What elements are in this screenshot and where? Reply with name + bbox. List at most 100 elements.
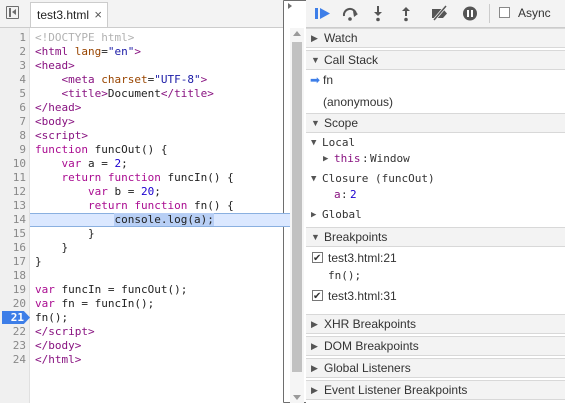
scope-var-a[interactable]: a : 2 <box>306 185 565 205</box>
call-frame-anonymous[interactable]: (anonymous) <box>306 92 565 112</box>
code-line[interactable]: 4 <meta charset="UTF-8"> <box>0 73 290 87</box>
editor-tab-bar: test3.html × <box>0 0 542 403</box>
code-line[interactable]: 3 <head> <box>0 59 290 73</box>
line-number[interactable]: 22 <box>0 325 26 339</box>
line-number[interactable]: 8 <box>0 129 26 143</box>
line-number[interactable]: 11 <box>0 171 26 185</box>
line-number[interactable]: 15 <box>0 227 26 241</box>
call-frame-fn[interactable]: ➡ fn <box>306 70 565 90</box>
line-number[interactable]: 23 <box>0 339 26 353</box>
breakpoints-pane-header[interactable]: ▼ Breakpoints <box>306 227 565 247</box>
code-line[interactable]: 19 var funcIn = funcOut(); <box>0 283 290 297</box>
breakpoint-code-row: fn(); <box>306 266 565 286</box>
line-code: return function funcIn() { <box>61 171 234 184</box>
breakpoint-location: test3.html:21 <box>328 251 397 265</box>
step-out-icon[interactable] <box>397 5 415 22</box>
call-frame-label: fn <box>323 73 334 87</box>
breakpoint-item[interactable]: test3.html:21 <box>306 248 565 269</box>
line-number[interactable]: 6 <box>0 101 26 115</box>
step-over-icon[interactable] <box>341 5 359 22</box>
toggle-navigator-icon[interactable] <box>6 6 19 19</box>
line-number[interactable]: 13 <box>0 199 26 213</box>
file-tab[interactable]: test3.html × <box>30 2 108 27</box>
breakpoint-marker[interactable]: 21 <box>2 311 30 324</box>
line-number[interactable]: 24 <box>0 353 26 367</box>
code-line[interactable]: 9 function funcOut() { <box>0 143 290 157</box>
sources-editor-panel: test3.html × 1 <!DOCTYPE html> 2 <html lang… <box>0 0 542 403</box>
breakpoint-checkbox[interactable] <box>312 249 323 269</box>
code-line[interactable]: 8 <script> <box>0 129 290 143</box>
line-number[interactable]: 19 <box>0 283 26 297</box>
close-icon[interactable]: × <box>94 3 102 27</box>
expand-arrow-icon: ▶ <box>311 210 317 220</box>
global-listeners-pane-header[interactable]: ▶ Global Listeners <box>306 358 565 378</box>
code-line[interactable]: 2 <html lang="en"> <box>0 45 290 59</box>
watch-pane-header[interactable]: ▶ Watch <box>306 28 565 48</box>
line-code: <title>Document</title> <box>61 87 214 100</box>
code-line[interactable]: 6 </head> <box>0 101 290 115</box>
line-number[interactable]: 10 <box>0 157 26 171</box>
scroll-down-icon[interactable] <box>293 395 301 400</box>
resume-icon[interactable] <box>314 5 332 22</box>
event-listener-breakpoints-pane-header[interactable]: ▶ Event Listener Breakpoints <box>306 380 565 400</box>
code-line[interactable]: 23 </body> <box>0 339 290 353</box>
line-number[interactable]: 12 <box>0 185 26 199</box>
line-code: </body> <box>35 339 82 352</box>
line-code: var b = 20; <box>87 185 161 198</box>
line-number[interactable]: 1 <box>0 31 26 45</box>
async-label: Async <box>518 6 551 20</box>
line-number[interactable]: 4 <box>0 73 26 87</box>
editor-scrollbar[interactable] <box>290 28 304 403</box>
breakpoint-location: test3.html:31 <box>328 289 397 303</box>
code-line[interactable]: 13 return function fn() { <box>0 199 290 213</box>
breakpoint-code: fn(); <box>328 269 362 282</box>
code-line[interactable]: 10 var a = 2; <box>0 157 290 171</box>
breakpoint-checkbox[interactable] <box>312 287 323 307</box>
scope-pane-header[interactable]: ▼ Scope <box>306 113 565 133</box>
collapse-arrow-icon: ▼ <box>311 55 320 65</box>
line-number[interactable]: 3 <box>0 59 26 73</box>
code-editor[interactable]: 1 <!DOCTYPE html> 2 <html lang="en"> 3 <head>… <box>0 28 290 403</box>
expand-arrow-icon: ▶ <box>323 154 329 164</box>
code-line[interactable]: 11 return function funcIn() { <box>0 171 290 185</box>
code-line[interactable]: 24 </html> <box>0 353 290 367</box>
scrollbar-thumb[interactable] <box>292 42 302 372</box>
async-checkbox[interactable] <box>499 7 510 18</box>
pause-on-exceptions-icon[interactable] <box>461 5 479 22</box>
code-line[interactable]: 15 } <box>0 227 290 241</box>
line-number[interactable]: 16 <box>0 241 26 255</box>
code-line[interactable]: 21 fn(); <box>0 311 290 325</box>
line-number[interactable]: 20 <box>0 297 26 311</box>
line-number[interactable]: 14 <box>0 213 26 227</box>
line-number[interactable]: 9 <box>0 143 26 157</box>
breakpoint-item[interactable]: test3.html:31 <box>306 286 565 307</box>
code-line[interactable]: 12 var b = 20; <box>0 185 290 199</box>
deactivate-breakpoints-icon[interactable] <box>431 5 449 22</box>
scope-this[interactable]: ▶ this : Window <box>306 149 565 169</box>
code-line[interactable]: 22 </script> <box>0 325 290 339</box>
scope-title: Scope <box>324 116 359 130</box>
code-line[interactable]: 20 var fn = funcIn(); <box>0 297 290 311</box>
line-code: console.log(a); <box>30 213 290 227</box>
code-line[interactable]: 16 } <box>0 241 290 255</box>
line-code: function funcOut() { <box>35 143 168 156</box>
code-line[interactable]: 18 <box>0 269 290 283</box>
code-line[interactable]: 1 <!DOCTYPE html> <box>0 31 290 45</box>
scroll-up-icon[interactable] <box>293 31 301 36</box>
line-number[interactable]: 17 <box>0 255 26 269</box>
dom-breakpoints-pane-header[interactable]: ▶ DOM Breakpoints <box>306 336 565 356</box>
code-line[interactable]: 17} <box>0 255 290 269</box>
line-number[interactable]: 18 <box>0 269 26 283</box>
line-number[interactable]: 5 <box>0 87 26 101</box>
xhr-breakpoints-pane-header[interactable]: ▶ XHR Breakpoints <box>306 314 565 334</box>
line-code: <head> <box>35 59 75 72</box>
code-line[interactable]: 5 <title>Document</title> <box>0 87 290 101</box>
line-number[interactable]: 7 <box>0 115 26 129</box>
step-into-icon[interactable] <box>369 5 387 22</box>
scope-global[interactable]: ▶ Global <box>306 205 565 225</box>
line-number[interactable]: 2 <box>0 45 26 59</box>
code-line[interactable]: 7 <body> <box>0 115 290 129</box>
code-line[interactable]: 14 console.log(a); <box>0 213 290 227</box>
watch-title: Watch <box>324 31 358 45</box>
call-stack-pane-header[interactable]: ▼ Call Stack <box>306 50 565 70</box>
